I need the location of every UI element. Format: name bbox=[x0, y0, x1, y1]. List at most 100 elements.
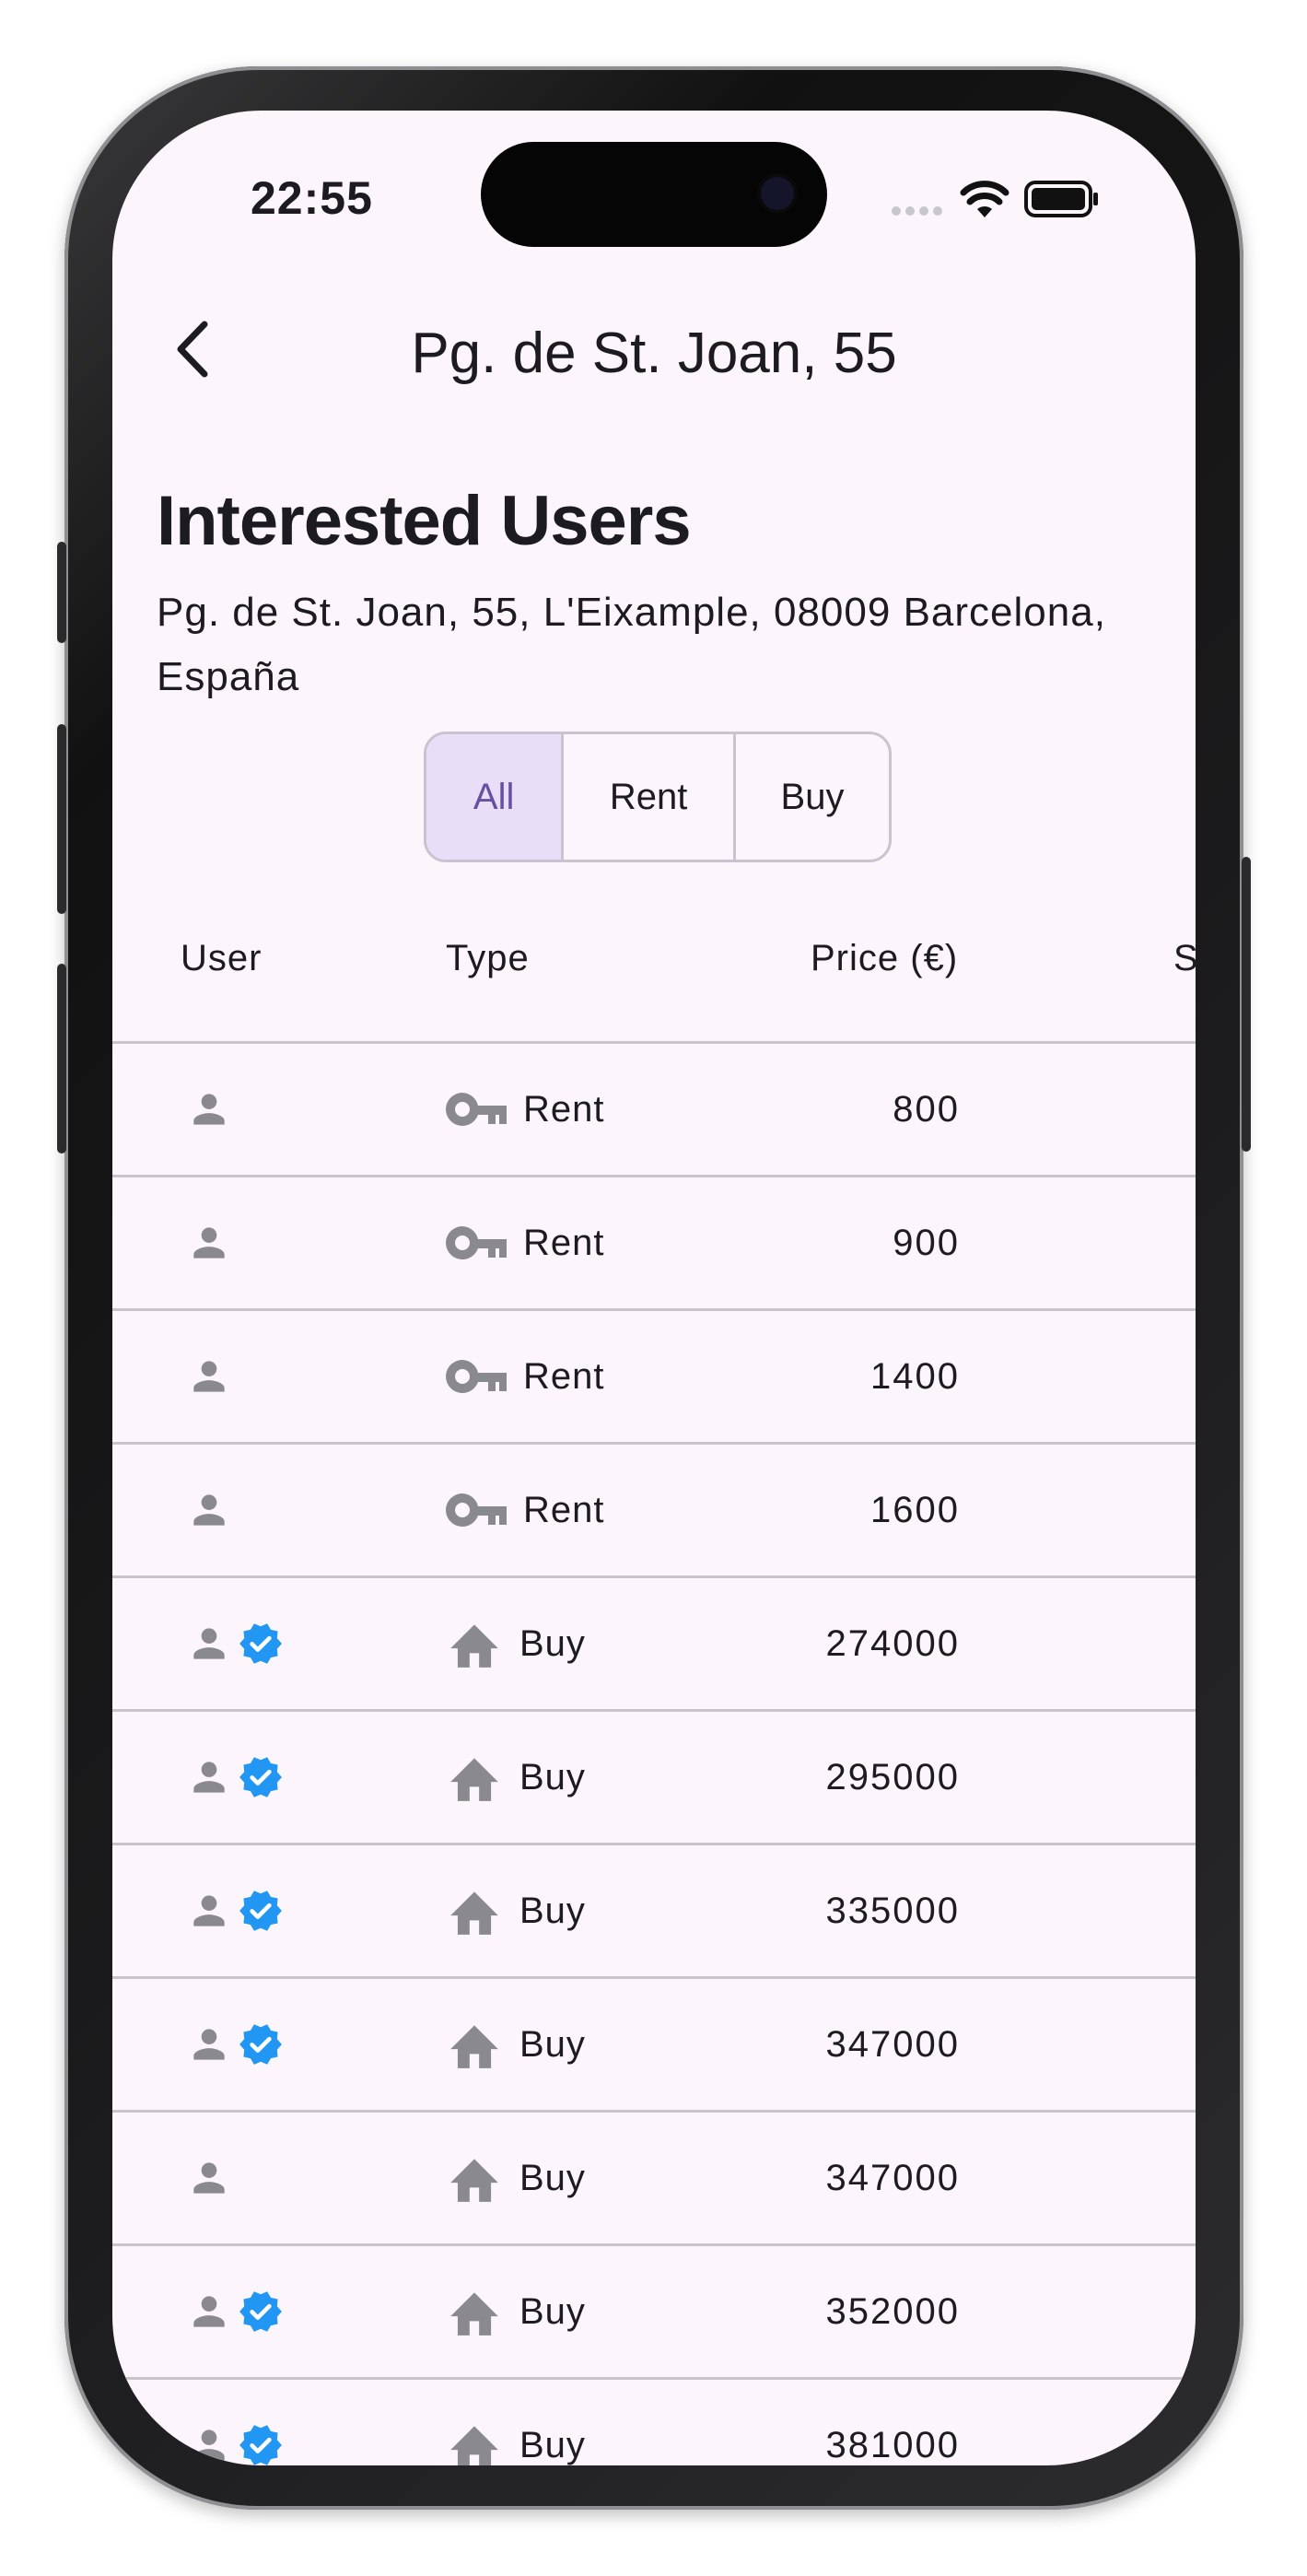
key-icon bbox=[446, 1360, 507, 1393]
person-icon bbox=[193, 1762, 225, 1793]
type-cell: Buy bbox=[446, 1578, 586, 1709]
price-cell: 347000 bbox=[825, 2157, 960, 2198]
house-icon bbox=[450, 1758, 498, 1801]
table-row[interactable]: Rent 800 bbox=[112, 1044, 1196, 1175]
front-camera bbox=[761, 177, 794, 210]
column-header-size[interactable]: Si bbox=[1173, 938, 1196, 979]
table-row[interactable]: Buy 352000 bbox=[112, 2246, 1196, 2377]
type-cell: Buy bbox=[446, 1712, 586, 1843]
person-icon bbox=[193, 1494, 225, 1526]
app-screen: 22:55 Pg. de St. Joan, 55 Interested Use… bbox=[112, 111, 1196, 2465]
filter-rent[interactable]: Rent bbox=[564, 734, 737, 860]
type-filter: All Rent Buy bbox=[424, 732, 892, 862]
house-icon bbox=[450, 2025, 498, 2068]
user-cell bbox=[186, 1177, 232, 1308]
filter-all[interactable]: All bbox=[426, 734, 565, 860]
type-label: Buy bbox=[519, 1622, 586, 1664]
table-row[interactable]: Buy 335000 bbox=[112, 1845, 1196, 1976]
person-icon bbox=[193, 2162, 225, 2194]
house-icon bbox=[450, 1624, 498, 1668]
type-cell: Buy bbox=[446, 2113, 586, 2243]
house-icon bbox=[450, 1891, 498, 1935]
table-row[interactable]: Rent 1400 bbox=[112, 1311, 1196, 1442]
person-icon bbox=[193, 2029, 225, 2060]
filter-buy[interactable]: Buy bbox=[736, 734, 889, 860]
verified-badge-icon bbox=[239, 2024, 282, 2065]
nav-title: Pg. de St. Joan, 55 bbox=[411, 322, 897, 385]
verified-badge-icon bbox=[239, 2291, 282, 2332]
price-cell: 381000 bbox=[825, 2424, 960, 2465]
volume-up-button bbox=[57, 724, 66, 914]
key-icon bbox=[446, 1493, 507, 1527]
type-cell: Buy bbox=[446, 2246, 586, 2377]
battery-icon bbox=[1024, 179, 1100, 224]
column-header-user[interactable]: User bbox=[181, 938, 262, 979]
type-cell: Rent bbox=[446, 1044, 605, 1175]
person-icon bbox=[193, 2430, 225, 2461]
user-cell bbox=[186, 2113, 232, 2243]
person-icon bbox=[193, 2296, 225, 2327]
person-icon bbox=[193, 1227, 225, 1259]
user-cell bbox=[186, 2246, 284, 2377]
key-icon bbox=[446, 1226, 507, 1259]
type-label: Buy bbox=[519, 1890, 586, 1931]
price-cell: 800 bbox=[893, 1088, 960, 1130]
type-cell: Buy bbox=[446, 2380, 586, 2465]
table-row[interactable]: Rent 1600 bbox=[112, 1445, 1196, 1575]
price-cell: 1400 bbox=[870, 1355, 960, 1397]
verified-badge-icon bbox=[239, 1891, 282, 1931]
type-label: Buy bbox=[519, 2023, 586, 2065]
price-cell: 1600 bbox=[870, 1489, 960, 1530]
table-row[interactable]: Buy 295000 bbox=[112, 1712, 1196, 1843]
type-label: Rent bbox=[523, 1222, 605, 1263]
person-icon bbox=[193, 1361, 225, 1392]
user-cell bbox=[186, 1979, 284, 2110]
price-cell: 295000 bbox=[825, 1756, 960, 1797]
table-row[interactable]: Buy 274000 bbox=[112, 1578, 1196, 1709]
type-cell: Buy bbox=[446, 1979, 586, 2110]
volume-down-button bbox=[57, 964, 66, 1153]
action-button bbox=[57, 542, 66, 643]
price-cell: 347000 bbox=[825, 2023, 960, 2065]
verified-badge-icon bbox=[239, 2425, 282, 2465]
type-label: Buy bbox=[519, 1756, 586, 1797]
type-cell: Rent bbox=[446, 1311, 605, 1442]
table-row[interactable]: Rent 900 bbox=[112, 1177, 1196, 1308]
house-icon bbox=[450, 2426, 498, 2465]
type-cell: Rent bbox=[446, 1177, 605, 1308]
power-button bbox=[1242, 857, 1251, 1152]
verified-badge-icon bbox=[239, 1757, 282, 1797]
house-icon bbox=[450, 2159, 498, 2202]
price-cell: 274000 bbox=[825, 1622, 960, 1664]
table-row[interactable]: Buy 381000 bbox=[112, 2380, 1196, 2465]
table-row[interactable]: Buy 347000 bbox=[112, 1979, 1196, 2110]
user-cell bbox=[186, 1578, 284, 1709]
column-header-type[interactable]: Type bbox=[446, 938, 530, 979]
house-icon bbox=[450, 2292, 498, 2336]
property-address: Pg. de St. Joan, 55, L'Eixample, 08009 B… bbox=[157, 590, 1106, 699]
person-icon bbox=[193, 1895, 225, 1926]
type-label: Buy bbox=[519, 2157, 586, 2198]
user-cell bbox=[186, 1044, 232, 1175]
dynamic-island bbox=[481, 142, 827, 247]
type-label: Buy bbox=[519, 2290, 586, 2332]
user-cell bbox=[186, 1845, 284, 1976]
type-label: Buy bbox=[519, 2424, 586, 2465]
user-cell bbox=[186, 1311, 232, 1442]
user-cell bbox=[186, 1712, 284, 1843]
price-cell: 900 bbox=[893, 1222, 960, 1263]
column-header-price[interactable]: Price (€) bbox=[811, 938, 958, 979]
verified-badge-icon bbox=[239, 1623, 282, 1664]
status-time: 22:55 bbox=[251, 172, 373, 224]
wifi-icon bbox=[960, 181, 1009, 224]
type-label: Rent bbox=[523, 1088, 605, 1130]
user-cell bbox=[186, 1445, 232, 1575]
key-icon bbox=[446, 1093, 507, 1126]
signal-icon bbox=[890, 205, 945, 222]
person-icon bbox=[193, 1628, 225, 1659]
person-icon bbox=[193, 1094, 225, 1125]
table-row[interactable]: Buy 347000 bbox=[112, 2113, 1196, 2243]
page-heading: Interested Users bbox=[157, 482, 692, 560]
type-label: Rent bbox=[523, 1355, 605, 1397]
price-cell: 352000 bbox=[825, 2290, 960, 2332]
